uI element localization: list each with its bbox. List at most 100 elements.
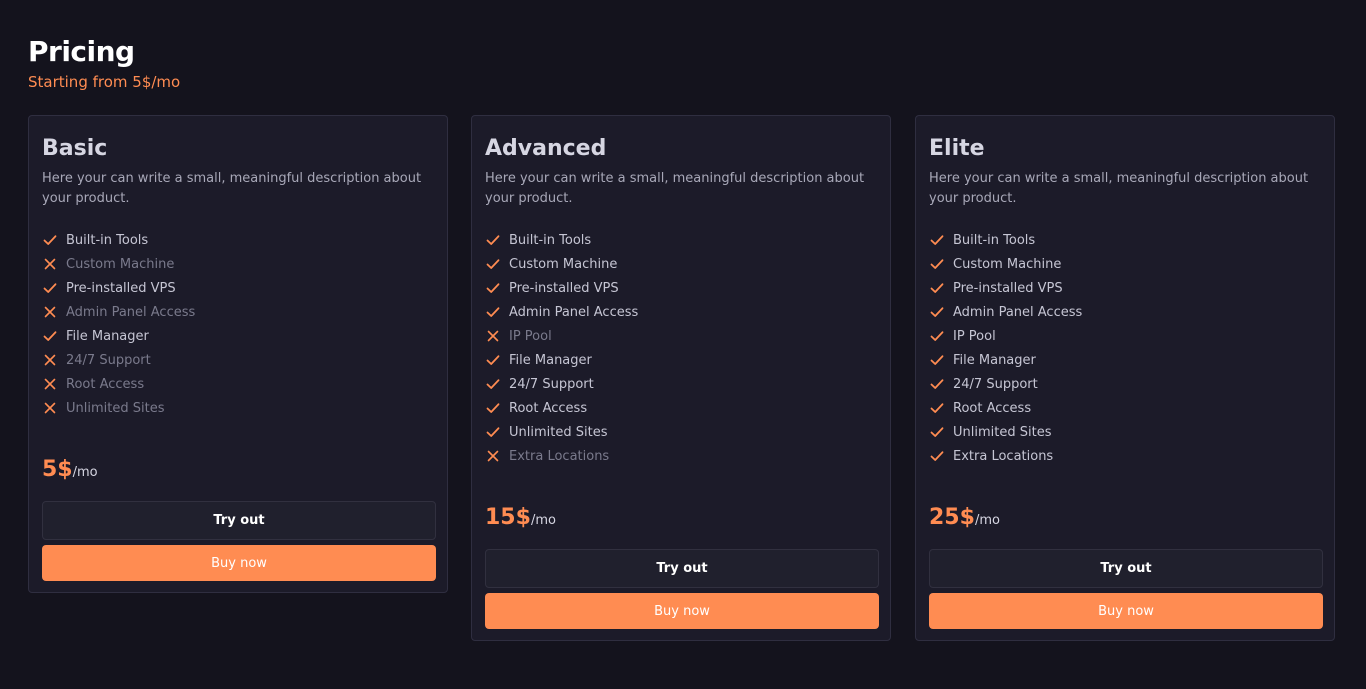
feature-item: Custom Machine [929, 252, 1082, 276]
feature-label: Built-in Tools [953, 232, 1036, 248]
feature-label: Root Access [953, 400, 1032, 416]
feature-label: Extra Locations [509, 448, 610, 464]
feature-label: 24/7 Support [953, 376, 1038, 392]
feature-label: Custom Machine [953, 256, 1062, 272]
check-icon [485, 280, 501, 296]
buy-now-button[interactable]: Buy now [42, 545, 436, 581]
check-icon [485, 232, 501, 248]
feature-label: Pre-installed VPS [509, 280, 619, 296]
check-icon [929, 352, 945, 368]
check-icon [485, 352, 501, 368]
price-amount: 25$ [929, 505, 975, 530]
check-icon [42, 328, 58, 344]
check-icon [42, 232, 58, 248]
try-out-button[interactable]: Try out [42, 501, 436, 540]
feature-item: File Manager [929, 348, 1082, 372]
cross-icon [42, 304, 58, 320]
check-icon [929, 448, 945, 464]
feature-item: 24/7 Support [42, 348, 195, 372]
feature-label: Root Access [509, 400, 588, 416]
feature-item: 24/7 Support [485, 372, 638, 396]
feature-item: Root Access [42, 372, 195, 396]
feature-item: Pre-installed VPS [929, 276, 1082, 300]
check-icon [929, 328, 945, 344]
try-out-button[interactable]: Try out [485, 549, 879, 588]
price-amount: 15$ [485, 505, 531, 530]
feature-item: Extra Locations [485, 444, 638, 468]
feature-label: IP Pool [953, 328, 996, 344]
feature-label: Admin Panel Access [953, 304, 1083, 320]
feature-label: 24/7 Support [509, 376, 594, 392]
feature-list: Built-in Tools Custom Machine Pre-installe… [42, 228, 195, 420]
feature-item: Built-in Tools [42, 228, 195, 252]
plan-price: 5$/mo [42, 456, 98, 487]
feature-item: Admin Panel Access [42, 300, 195, 324]
check-icon [42, 280, 58, 296]
feature-label: File Manager [953, 352, 1036, 368]
feature-item: Admin Panel Access [485, 300, 638, 324]
feature-item: IP Pool [485, 324, 638, 348]
feature-label: Root Access [66, 376, 145, 392]
feature-item: Built-in Tools [929, 228, 1082, 252]
cross-icon [42, 352, 58, 368]
plan-name: Elite [929, 136, 985, 161]
check-icon [929, 256, 945, 272]
price-period: /mo [72, 465, 98, 480]
price-period: /mo [974, 513, 1000, 528]
feature-item: Unlimited Sites [42, 396, 195, 420]
feature-label: Custom Machine [66, 256, 175, 272]
feature-label: IP Pool [509, 328, 552, 344]
feature-label: Built-in Tools [509, 232, 592, 248]
plan-name: Advanced [485, 136, 607, 161]
feature-item: File Manager [42, 324, 195, 348]
buy-now-button[interactable]: Buy now [929, 593, 1323, 629]
feature-label: Pre-installed VPS [953, 280, 1063, 296]
feature-label: Admin Panel Access [509, 304, 639, 320]
feature-label: Unlimited Sites [953, 424, 1052, 440]
buy-now-button[interactable]: Buy now [485, 593, 879, 629]
check-icon [929, 280, 945, 296]
feature-label: File Manager [509, 352, 592, 368]
feature-label: 24/7 Support [66, 352, 151, 368]
feature-item: Unlimited Sites [485, 420, 638, 444]
feature-item: Admin Panel Access [929, 300, 1082, 324]
check-icon [929, 400, 945, 416]
try-out-button[interactable]: Try out [929, 549, 1323, 588]
check-icon [485, 304, 501, 320]
cross-icon [42, 400, 58, 416]
check-icon [485, 256, 501, 272]
feature-item: Custom Machine [42, 252, 195, 276]
pricing-page: Pricing Starting from 5$/mo Basic Here yo… [0, 0, 1366, 689]
feature-label: Custom Machine [509, 256, 618, 272]
feature-item: 24/7 Support [929, 372, 1082, 396]
feature-item: Pre-installed VPS [485, 276, 638, 300]
feature-item: Pre-installed VPS [42, 276, 195, 300]
plan-price: 15$/mo [485, 504, 556, 535]
plan-name: Basic [42, 136, 108, 161]
feature-label: File Manager [66, 328, 149, 344]
feature-item: Built-in Tools [485, 228, 638, 252]
plan-card-basic: Basic Here your can write a small, meanin… [28, 115, 448, 593]
plan-card-advanced: Advanced Here your can write a small, mea… [471, 115, 891, 641]
price-amount: 5$ [42, 457, 73, 482]
feature-item: Root Access [485, 396, 638, 420]
feature-item: Custom Machine [485, 252, 638, 276]
feature-item: Extra Locations [929, 444, 1082, 468]
feature-item: Unlimited Sites [929, 420, 1082, 444]
feature-list: Built-in Tools Custom Machine Pre-installe… [929, 228, 1082, 468]
check-icon [485, 400, 501, 416]
feature-item: IP Pool [929, 324, 1082, 348]
plan-card-elite: Elite Here your can write a small, meanin… [915, 115, 1335, 641]
check-icon [485, 376, 501, 392]
feature-label: Pre-installed VPS [66, 280, 176, 296]
check-icon [485, 424, 501, 440]
check-icon [929, 376, 945, 392]
check-icon [929, 424, 945, 440]
feature-label: Extra Locations [953, 448, 1054, 464]
check-icon [929, 232, 945, 248]
plan-price: 25$/mo [929, 504, 1000, 535]
plan-description: Here your can write a small, meaningful … [929, 171, 1309, 206]
plan-description: Here your can write a small, meaningful … [485, 171, 865, 206]
feature-label: Admin Panel Access [66, 304, 196, 320]
feature-item: File Manager [485, 348, 638, 372]
